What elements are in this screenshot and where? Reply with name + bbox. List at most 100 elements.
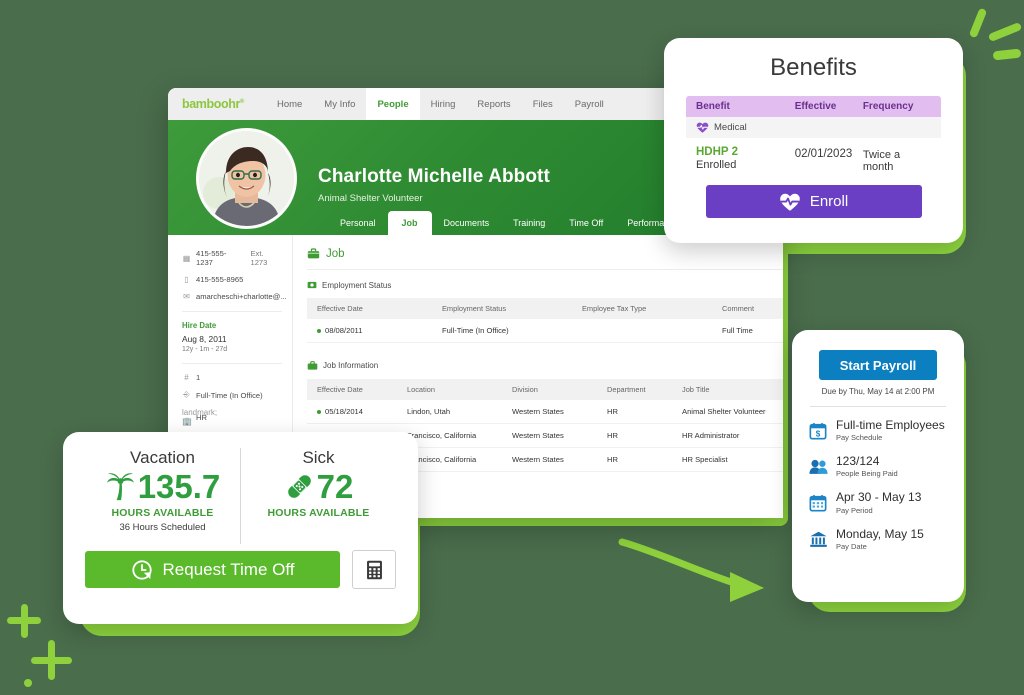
- nav-item-files[interactable]: Files: [522, 88, 564, 120]
- benefits-plan-cell: HDHP 2 Enrolled: [696, 146, 795, 172]
- email-value: amarcheschi+charlotte@...: [196, 292, 287, 301]
- cell-employment-status: Full-Time (In Office): [432, 319, 572, 343]
- nav-item-home[interactable]: Home: [266, 88, 313, 120]
- col-employee-tax-type: Employee Tax Type: [572, 298, 712, 319]
- status-dot: [317, 410, 321, 414]
- table-row[interactable]: 05/18/2014 Lindon, Utah Western States H…: [307, 400, 783, 424]
- cell-department: HR: [597, 423, 672, 448]
- sick-available-label: HOURS AVAILABLE: [267, 507, 370, 519]
- cell-job-title: Animal Shelter Volunteer: [672, 400, 783, 424]
- payroll-row-pay-schedule: $ Full-time Employees Pay Schedule: [808, 418, 948, 442]
- svg-text:$: $: [816, 429, 821, 438]
- nav-item-payroll[interactable]: Payroll: [564, 88, 615, 120]
- table-header-row: Effective Date Location Division Departm…: [307, 379, 783, 400]
- cell-effective-date: 08/08/2011: [307, 319, 432, 343]
- hire-date-value: Aug 8, 2011: [182, 334, 227, 344]
- nav-item-hiring[interactable]: Hiring: [420, 88, 467, 120]
- section-title-job: Job: [307, 247, 783, 260]
- cell-job-title: HR Administrator: [672, 423, 783, 448]
- employment-type-value: Full-Time (In Office): [196, 390, 263, 400]
- logo-text: bamboohr: [182, 97, 240, 111]
- tab-job[interactable]: Job: [387, 211, 432, 235]
- sidebar-contact-office-phone: ▦ 415-555-1237 Ext. 1273: [182, 249, 282, 267]
- col-comment: Comment: [712, 298, 783, 319]
- subsection-employment-status-text: Employment Status: [322, 280, 392, 290]
- palm-tree-icon: [106, 473, 134, 501]
- start-payroll-button[interactable]: Start Payroll: [819, 350, 937, 380]
- sick-balance: Sick 72 HOURS AVAILABLE: [241, 448, 396, 544]
- cell-division: Western States: [502, 423, 597, 448]
- enroll-button[interactable]: Enroll: [705, 185, 922, 218]
- nav-item-reports[interactable]: Reports: [466, 88, 521, 120]
- payroll-row-text: Monday, May 15 Pay Date: [836, 527, 924, 551]
- payroll-due-label: Due by Thu, May 14 at 2:00 PM: [821, 387, 935, 396]
- payroll-row-pay-period: Apr 30 - May 13 Pay Period: [808, 491, 948, 515]
- clock-arrow-icon: [131, 559, 152, 580]
- heart-pulse-icon: [780, 193, 800, 211]
- sidebar-contact-email[interactable]: ✉ amarcheschi+charlotte@...: [182, 292, 287, 301]
- payroll-row-pay-date: Monday, May 15 Pay Date: [808, 527, 948, 551]
- time-off-balances: Vacation 135.7 HOURS AVAILABLE 36 Hours …: [85, 448, 396, 544]
- tab-documents[interactable]: Documents: [432, 212, 502, 235]
- nav-item-people[interactable]: People: [366, 88, 420, 120]
- time-off-actions: Request Time Off: [85, 550, 396, 589]
- col-job-title: Job Title: [672, 379, 783, 400]
- people-paid-value: 123/124: [836, 454, 880, 469]
- logo-trademark: ®: [239, 98, 244, 105]
- people-paid-label: People Being Paid: [836, 469, 898, 479]
- col-department: Department: [597, 379, 672, 400]
- sidebar-contact-mobile-phone: ▯ 415-555-8965: [182, 275, 282, 284]
- calculator-button[interactable]: [352, 550, 396, 589]
- cell-location: Lindon, Utah: [397, 400, 502, 424]
- vacation-available-label: HOURS AVAILABLE: [111, 507, 214, 519]
- hire-date-label: Hire Date: [182, 321, 217, 330]
- benefits-row[interactable]: HDHP 2 Enrolled 02/01/2023 Twice a month: [686, 138, 941, 177]
- cell-job-title: HR Specialist: [672, 447, 783, 472]
- collage-stage: bamboohr® Home My Info People Hiring Rep…: [0, 0, 1024, 695]
- calendar-icon: [808, 494, 828, 512]
- request-time-off-label: Request Time Off: [162, 559, 295, 579]
- avatar[interactable]: [196, 128, 297, 229]
- enroll-button-label: Enroll: [809, 193, 849, 210]
- benefits-plan-name: HDHP 2: [696, 146, 738, 158]
- sick-hours-value: 72: [316, 468, 354, 505]
- col-frequency: Frequency: [862, 101, 914, 112]
- tab-training[interactable]: Training: [501, 212, 557, 235]
- col-effective: Effective: [794, 101, 837, 112]
- envelope-icon: ✉: [183, 292, 190, 301]
- mobile-phone-value: 415-555-8965: [196, 275, 244, 284]
- mobile-phone-icon: ▯: [184, 275, 189, 284]
- bandage-icon: [287, 475, 311, 498]
- sidebar-attr-employment-type: ⎆ Full-Time (In Office): [182, 390, 282, 400]
- nav-item-my-info[interactable]: My Info: [313, 88, 366, 120]
- employee-number-value: 1: [196, 373, 201, 382]
- vacation-scheduled-label: 36 Hours Scheduled: [119, 522, 206, 533]
- subsection-job-information-text: Job Information: [323, 361, 379, 370]
- col-employment-status: Employment Status: [432, 298, 572, 319]
- col-location: Location: [397, 379, 502, 400]
- table-header-row: Effective Date Employment Status Employe…: [307, 298, 783, 319]
- curved-arrow-icon: [618, 538, 764, 602]
- payroll-row-text: Apr 30 - May 13 Pay Period: [836, 491, 921, 515]
- subsection-job-information: Job Information: [307, 360, 783, 371]
- sidebar-divider-1: [182, 311, 282, 312]
- vacation-balance: Vacation 135.7 HOURS AVAILABLE 36 Hours …: [85, 448, 241, 544]
- heart-pulse-icon: [696, 122, 709, 133]
- section-divider: [307, 269, 783, 270]
- payroll-row-people-paid: 123/124 People Being Paid: [808, 454, 948, 479]
- col-division: Division: [502, 379, 597, 400]
- employment-status-table: Effective Date Employment Status Employe…: [307, 298, 783, 343]
- pay-date-label: Pay Date: [836, 541, 867, 551]
- request-time-off-button[interactable]: Request Time Off: [85, 551, 340, 588]
- section-title-text: Job: [326, 247, 345, 260]
- col-effective-date: Effective Date: [307, 298, 432, 319]
- bamboohr-logo[interactable]: bamboohr®: [182, 97, 244, 111]
- nav-links: Home My Info People Hiring Reports Files…: [266, 88, 615, 120]
- tab-time-off[interactable]: Time Off: [557, 212, 615, 235]
- calculator-icon: [366, 560, 382, 579]
- briefcase-icon: [307, 248, 320, 259]
- table-row[interactable]: 08/08/2011 Full-Time (In Office) Full Ti…: [307, 319, 783, 343]
- briefcase-icon: [307, 361, 318, 370]
- cell-employee-tax-type: [572, 319, 712, 343]
- tab-personal[interactable]: Personal: [328, 212, 388, 235]
